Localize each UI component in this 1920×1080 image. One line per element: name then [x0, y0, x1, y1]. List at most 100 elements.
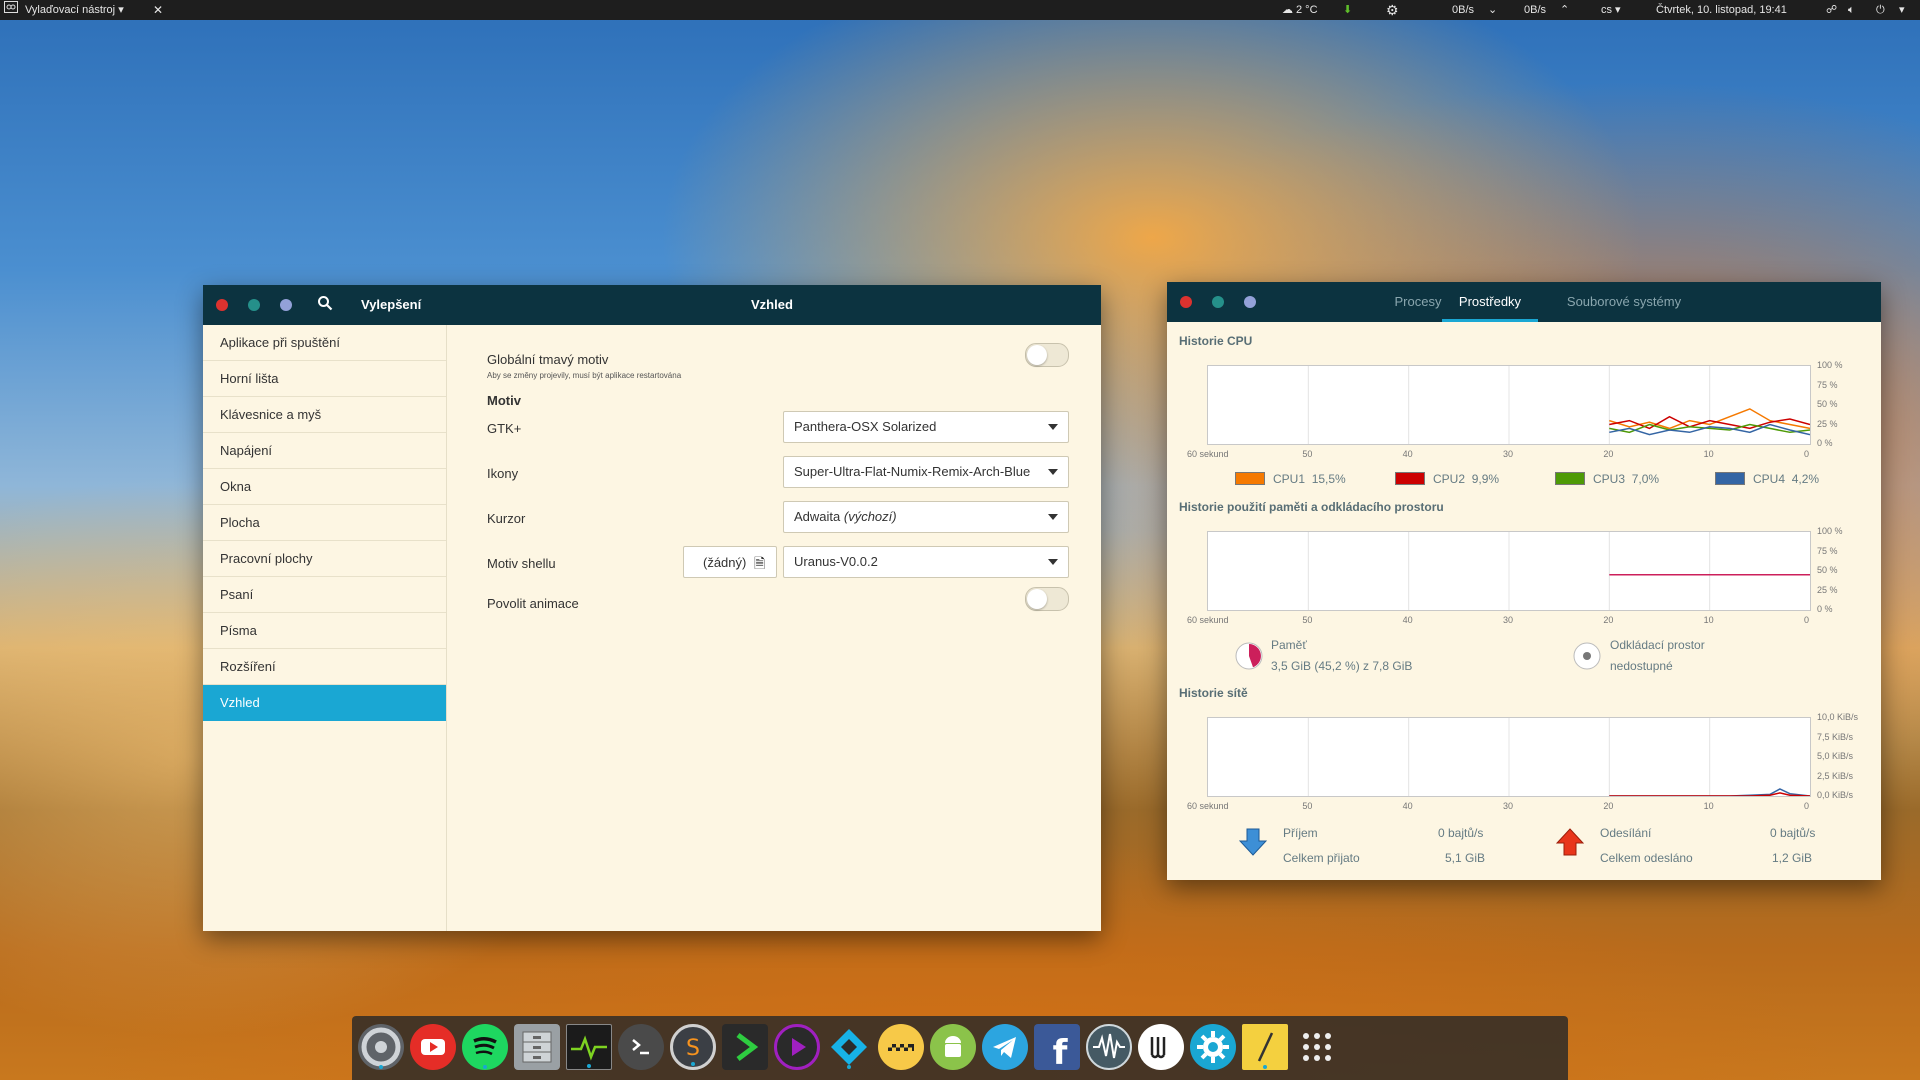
close-window-button[interactable]: [216, 299, 228, 311]
gtk-theme-dropdown[interactable]: Panthera-OSX Solarized: [783, 411, 1069, 443]
sidebar-item-power[interactable]: Napájení: [203, 433, 446, 469]
chevron-down-icon[interactable]: ⌄: [1488, 0, 1497, 20]
facebook-icon[interactable]: f: [1034, 1024, 1080, 1073]
received-label: Příjem: [1283, 826, 1318, 840]
weather-temp[interactable]: 2 °C: [1296, 0, 1318, 20]
x-tick-label: 50: [1302, 449, 1313, 459]
terminal-icon[interactable]: [618, 1024, 664, 1070]
default-tag: (výchozí): [843, 509, 897, 524]
x-tick-label: 40: [1402, 615, 1413, 625]
sidebar-item-windows[interactable]: Okna: [203, 469, 446, 505]
minimize-window-button[interactable]: [248, 299, 260, 311]
keyboard-layout-label: cs: [1601, 4, 1612, 16]
dark-theme-label: Globální tmavý motiv: [487, 352, 609, 367]
icon-theme-dropdown[interactable]: Super-Ultra-Flat-Numix-Remix-Arch-Blue: [783, 456, 1069, 488]
close-window-button[interactable]: [1180, 296, 1192, 308]
x-tick-label: 40: [1402, 449, 1413, 459]
y-tick-label: 0 %: [1817, 438, 1833, 448]
cpu2-color-swatch[interactable]: [1395, 472, 1425, 485]
chrome-icon[interactable]: [358, 1024, 404, 1070]
dark-theme-toggle[interactable]: [1025, 343, 1069, 367]
gtk-label: GTK+: [487, 421, 522, 436]
page-title: Vzhled: [751, 297, 793, 312]
clock[interactable]: Čtvrtek, 10. listopad, 19:41: [1656, 0, 1787, 20]
media-player-icon[interactable]: [774, 1024, 820, 1070]
taxi-icon[interactable]: [878, 1024, 924, 1070]
spotify-icon[interactable]: [462, 1024, 508, 1070]
tab-file-systems[interactable]: Souborové systémy: [1539, 282, 1709, 322]
top-bar: Vylaďovací nástroj ▾ ✕ ☁ 2 °C ⬇ ⚙ 0B/s ⌄…: [0, 0, 1920, 20]
sidebar-item-startup-apps[interactable]: Aplikace při spuštění: [203, 325, 446, 361]
keyboard-layout[interactable]: cs ▾: [1601, 0, 1621, 20]
maximize-window-button[interactable]: [280, 299, 292, 311]
sidebar-item-desktop[interactable]: Plocha: [203, 505, 446, 541]
sidebar-item-keyboard-mouse[interactable]: Klávesnice a myš: [203, 397, 446, 433]
android-icon[interactable]: [930, 1024, 976, 1070]
cpu3-color-swatch[interactable]: [1555, 472, 1585, 485]
sidebar-item-appearance[interactable]: Vzhled: [203, 685, 446, 721]
swap-pie-icon[interactable]: [1572, 641, 1602, 676]
chevron-down-icon: [1048, 514, 1058, 520]
close-icon[interactable]: ✕: [153, 0, 163, 20]
chevron-down-icon[interactable]: ▾: [1899, 0, 1905, 20]
search-icon[interactable]: [317, 295, 333, 316]
cpu2-legend: CPU2 9,9%: [1433, 472, 1499, 486]
app-menu[interactable]: Vylaďovací nástroj ▾: [25, 0, 124, 20]
settings-icon[interactable]: [1190, 1024, 1236, 1070]
x-tick-label: 10: [1703, 615, 1714, 625]
waveform-icon[interactable]: [1086, 1024, 1132, 1070]
sent-total-label: Celkem odesláno: [1600, 851, 1693, 865]
app-menu-label: Vylaďovací nástroj: [25, 4, 116, 16]
shell-theme-file-button[interactable]: (žádný) 🗎︎: [683, 546, 777, 578]
svg-text:S: S: [686, 1036, 700, 1061]
sidebar-item-extensions[interactable]: Rozšíření: [203, 649, 446, 685]
x-tick-label: 0: [1804, 449, 1810, 459]
sidebar-item-workspaces[interactable]: Pracovní plochy: [203, 541, 446, 577]
youtube-icon[interactable]: [410, 1024, 456, 1070]
gear-icon[interactable]: ⚙: [1386, 0, 1399, 20]
x-tick-label: 50: [1302, 615, 1313, 625]
kodi-icon[interactable]: [826, 1024, 872, 1070]
upload-arrow-icon[interactable]: [1555, 827, 1585, 862]
wunderlist-icon[interactable]: [1138, 1024, 1184, 1070]
shell-theme-value: Uranus-V0.0.2: [794, 554, 878, 569]
cursor-theme-dropdown[interactable]: Adwaita (výchozí): [783, 501, 1069, 533]
cursor-theme-name: Adwaita: [794, 509, 841, 524]
sidebar-item-typing[interactable]: Psaní: [203, 577, 446, 613]
volume-icon[interactable]: 🔈︎: [1848, 0, 1855, 20]
appearance-panel: Globální tmavý motiv Aby se změny projev…: [447, 325, 1101, 931]
chevron-up-icon[interactable]: ⌃: [1560, 0, 1569, 20]
notes-icon[interactable]: [1242, 1024, 1288, 1070]
cpu-graph: [1207, 365, 1811, 445]
x-tick-label: 10: [1703, 801, 1714, 811]
maximize-window-button[interactable]: [1244, 296, 1256, 308]
icon-theme-value: Super-Ultra-Flat-Numix-Remix-Arch-Blue: [794, 464, 1031, 479]
update-icon[interactable]: ⬇: [1343, 0, 1352, 20]
document-icon: 🗎︎: [754, 555, 766, 571]
chevron-down-icon: [1048, 559, 1058, 565]
files-icon[interactable]: [514, 1024, 560, 1070]
play-icon[interactable]: [722, 1024, 768, 1070]
download-arrow-icon[interactable]: [1238, 827, 1268, 862]
sublime-icon[interactable]: S: [670, 1024, 716, 1070]
tab-resources[interactable]: Prostředky: [1442, 282, 1538, 322]
animations-toggle[interactable]: [1025, 587, 1069, 611]
sidebar-item-fonts[interactable]: Písma: [203, 613, 446, 649]
network-graph: [1207, 717, 1811, 797]
system-monitor-icon[interactable]: [566, 1024, 612, 1070]
x-tick-label: 20: [1603, 449, 1614, 459]
shell-theme-dropdown[interactable]: Uranus-V0.0.2: [783, 546, 1069, 578]
cpu-history-title: Historie CPU: [1179, 334, 1253, 348]
network-icon[interactable]: ☍: [1826, 0, 1837, 20]
cpu4-color-swatch[interactable]: [1715, 472, 1745, 485]
memory-pie-icon[interactable]: [1234, 641, 1264, 676]
power-icon[interactable]: ⏻: [1876, 0, 1885, 20]
sidebar-item-top-bar[interactable]: Horní lišta: [203, 361, 446, 397]
minimize-window-button[interactable]: [1212, 296, 1224, 308]
app-grid-icon[interactable]: [1294, 1024, 1340, 1070]
telegram-icon[interactable]: [982, 1024, 1028, 1070]
cpu1-color-swatch[interactable]: [1235, 472, 1265, 485]
x-tick-label: 30: [1503, 449, 1514, 459]
cpu2-name: CPU2: [1433, 472, 1466, 486]
cpu4-legend: CPU4 4,2%: [1753, 472, 1819, 486]
